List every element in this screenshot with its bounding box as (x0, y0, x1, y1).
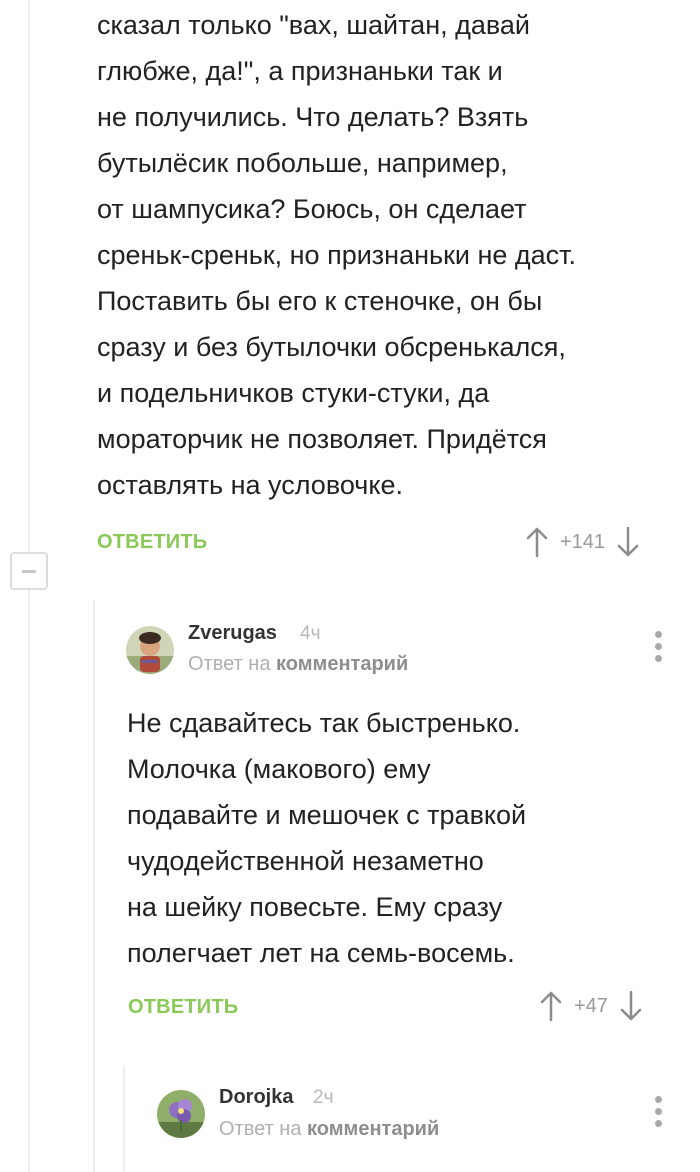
reply1-reply-button[interactable]: ОТВЕТИТЬ (128, 996, 238, 1019)
comment-line: и подельничков стуки-стуки, да (97, 378, 490, 408)
reply-to-line: Ответ на комментарий (188, 653, 408, 676)
collapse-thread-button[interactable] (10, 552, 48, 590)
more-vertical-icon[interactable] (652, 631, 664, 663)
reply-to-prefix: Ответ на (188, 653, 271, 675)
comment-time: 2ч (313, 1087, 334, 1108)
reply-to-link[interactable]: комментарий (276, 653, 408, 675)
author-name[interactable]: Dorojka (219, 1086, 293, 1109)
arrow-up-icon[interactable] (526, 527, 548, 557)
avatar[interactable] (157, 1090, 205, 1138)
thread-line-root (28, 0, 30, 552)
reply-to-prefix: Ответ на (219, 1118, 302, 1140)
comment-line: бутылёсик побольше, например, (97, 148, 508, 178)
parent-vote-bar: +141 (526, 527, 639, 557)
comment-line: от шампусика? Боюсь, он сделает (97, 194, 527, 224)
reply1-comment-text: Не сдавайтесь так быстренько. Молочка (ма… (127, 700, 687, 976)
comment-line: чудодейственной незаметно (127, 846, 484, 876)
parent-comment-text: сказал только "вах, шайтан, давай глюбже,… (97, 2, 687, 508)
avatar[interactable] (126, 626, 174, 674)
arrow-down-icon[interactable] (620, 991, 642, 1021)
comment-line: Молочка (макового) ему (127, 754, 431, 784)
comment-line: Поставить бы его к стеночке, он бы (97, 286, 543, 316)
thread-line-root-lower (28, 590, 30, 1172)
more-vertical-icon[interactable] (652, 1096, 664, 1128)
comment-line: подавайте и мешочек с травкой (127, 800, 527, 830)
avatar-image (157, 1090, 205, 1138)
comment-time: 4ч (300, 623, 321, 644)
reply-to-line: Ответ на комментарий (219, 1118, 439, 1141)
comment-line: среньк-среньк, но признаньки не даст. (97, 240, 577, 270)
comment-line: не получились. Что делать? Взять (97, 102, 529, 132)
reply1-score: +47 (574, 994, 608, 1017)
comment-line: глюбже, да!", а признаньки так и (97, 56, 503, 86)
comment-line: полегчает лет на семь-восемь. (127, 938, 515, 968)
comment-line: Не сдавайтесь так быстренько. (127, 708, 521, 738)
thread-line-level2 (123, 1065, 125, 1172)
avatar-image (126, 626, 174, 674)
minus-icon (22, 570, 36, 573)
comment-line: на шейку повесьте. Ему сразу (127, 892, 503, 922)
parent-score: +141 (560, 530, 606, 553)
comment-line: оставлять на условочке. (97, 470, 403, 500)
author-name[interactable]: Zverugas (188, 622, 277, 645)
comment-line: мораторчик не позволяет. Придётся (97, 424, 547, 454)
reply1-vote-bar: +47 (540, 991, 642, 1021)
thread-line-level1 (93, 600, 95, 1172)
parent-reply-button[interactable]: ОТВЕТИТЬ (97, 531, 207, 554)
reply-to-link[interactable]: комментарий (307, 1118, 439, 1140)
comment-line: сказал только "вах, шайтан, давай (97, 10, 531, 40)
arrow-up-icon[interactable] (540, 991, 562, 1021)
comment-line: сразу и без бутылочки обсренькался, (97, 332, 566, 362)
arrow-down-icon[interactable] (617, 527, 639, 557)
